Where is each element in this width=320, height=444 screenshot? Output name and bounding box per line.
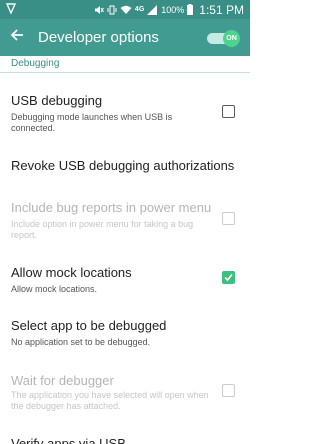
battery-percent: 100% [161,4,185,15]
settings-list: Debugging USB debugging Debugging mode l… [0,56,250,444]
network-type-label: 4G [134,6,145,13]
signal-icon [147,4,158,15]
developer-options-toggle[interactable]: ON [207,29,240,47]
mute-icon [94,5,104,15]
status-bar: 4G 100% 1:51 PM [0,0,250,19]
setting-summary: Debugging mode launches when USB is conn… [11,112,173,133]
setting-title: Allow mock locations [11,265,132,280]
toggle-knob: ON [223,29,240,47]
setting-summary: The application you have selected will o… [11,390,209,411]
setting-allow-mock-locations[interactable]: Allow mock locations Allow mock location… [0,265,250,297]
setting-summary: No application set to be debugged. [11,337,151,347]
setting-revoke-usb-authorizations[interactable]: Revoke USB debugging authorizations [0,158,250,180]
battery-icon [187,4,194,15]
setting-title: Include bug reports in power menu [11,200,212,215]
setting-title: Verify apps via USB [11,436,126,444]
setting-wait-for-debugger[interactable]: Wait for debugger The application you ha… [0,373,250,417]
setting-title: Select app to be debugged [11,318,167,333]
status-clock: 1:51 PM [199,2,244,17]
shield-icon [5,2,17,17]
app-bar: Developer options ON [0,19,250,56]
setting-title: USB debugging [11,93,103,108]
setting-summary: Include option in power menu for taking … [11,219,194,240]
setting-verify-apps-usb[interactable]: Verify apps via USB [0,436,250,444]
mock-locations-checkbox[interactable] [222,271,235,284]
back-button[interactable] [0,19,34,56]
setting-title: Revoke USB debugging authorizations [11,158,235,173]
usb-debugging-checkbox[interactable] [222,105,235,118]
setting-usb-debugging[interactable]: USB debugging Debugging mode launches wh… [0,93,250,137]
setting-select-debug-app[interactable]: Select app to be debugged No application… [0,318,250,350]
section-divider [0,72,250,73]
setting-summary: Allow mock locations. [11,284,98,294]
section-header-debugging: Debugging [11,58,60,69]
setting-title: Wait for debugger [11,373,114,388]
vibrate-icon [107,5,117,15]
page-title: Developer options [38,29,159,46]
wifi-icon [120,5,132,15]
arrow-back-icon [10,28,24,47]
setting-bug-reports-power-menu[interactable]: Include bug reports in power menu Includ… [0,200,250,244]
bug-reports-checkbox[interactable] [222,212,235,225]
wait-for-debugger-checkbox[interactable] [222,384,235,397]
